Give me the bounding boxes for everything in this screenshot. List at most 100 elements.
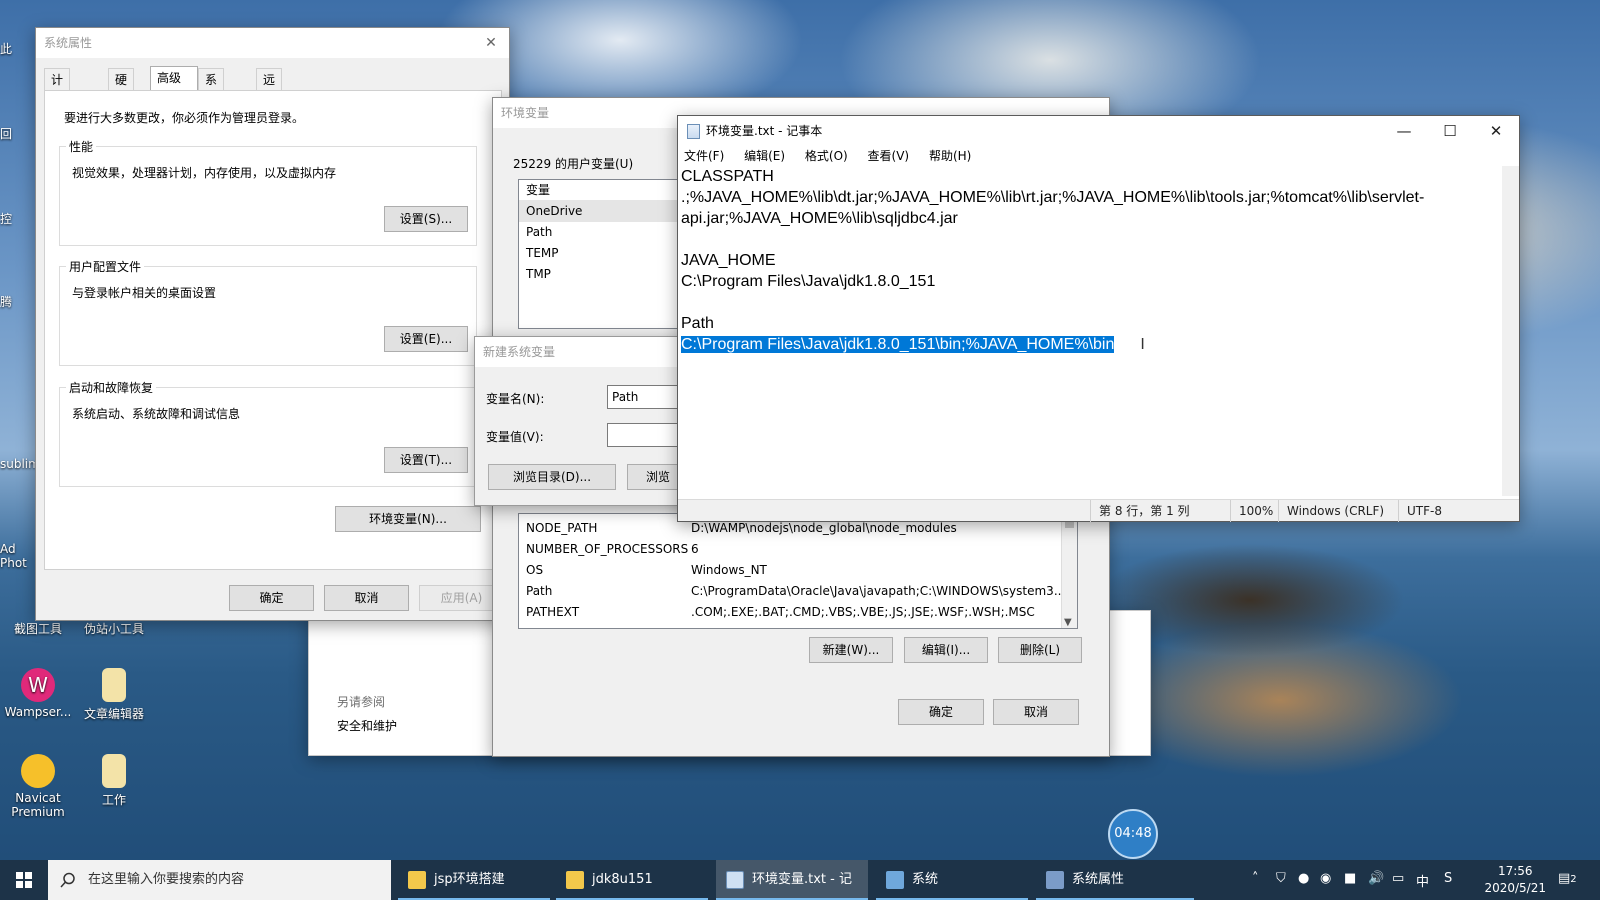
delete-button[interactable]: 删除(L) [998, 637, 1082, 663]
menu-edit[interactable]: 编辑(E) [744, 149, 785, 163]
list-item[interactable]: Path [519, 222, 677, 243]
network-icon[interactable]: ▭ [1392, 871, 1404, 886]
var-name: NUMBER_OF_PROCESSORS [526, 542, 689, 556]
var-name: OS [526, 563, 544, 577]
taskbar-item-jsp-folder[interactable]: jsp环境搭建 [398, 860, 550, 900]
user-vars-list[interactable]: 变量 OneDrive Path TEMP TMP [518, 179, 678, 329]
desktop-icon-wampserver[interactable]: W Wampser... [0, 668, 76, 719]
desktop-edge-label[interactable]: Ad Phot [0, 542, 34, 570]
user-profiles-description: 与登录帐户相关的桌面设置 [72, 286, 217, 300]
desktop-icon-tool[interactable]: 伪站小工具 [76, 620, 152, 637]
menu-view[interactable]: 查看(V) [868, 149, 910, 163]
chevron-down-icon[interactable]: ▼ [1064, 617, 1072, 628]
text-line [681, 292, 1499, 313]
var-value: C:\ProgramData\Oracle\Java\javapath;C:\W… [691, 584, 1066, 598]
notification-icon[interactable]: ▤2 [1558, 871, 1577, 886]
taskbar-item-label: 环境变量.txt - 记事... [752, 872, 852, 887]
menu-help[interactable]: 帮助(H) [929, 149, 971, 163]
taskbar-item-jdk-folder[interactable]: jdk8u151 [556, 860, 708, 900]
tab-remote[interactable]: 远程 [256, 68, 283, 109]
minimize-icon[interactable]: — [1381, 116, 1427, 146]
ok-button[interactable]: 确定 [898, 699, 984, 725]
title-bar[interactable]: 环境变量.txt - 记事本 — ☐ ✕ [678, 116, 1519, 146]
menu-format[interactable]: 格式(O) [805, 149, 848, 163]
taskbar-item-system-properties[interactable]: 系统属性 [1036, 860, 1194, 900]
user-profiles-group: 用户配置文件 与登录帐户相关的桌面设置 设置(E)... [59, 258, 477, 366]
browse-directory-button[interactable]: 浏览目录(D)... [488, 464, 616, 490]
startup-recovery-settings-button[interactable]: 设置(T)... [384, 447, 468, 473]
tab-hardware[interactable]: 硬件 [108, 68, 135, 109]
table-row[interactable]: PATHEXT .COM;.EXE;.BAT;.CMD;.VBS;.VBE;.J… [519, 602, 1077, 623]
clock-date: 2020/5/21 [1484, 881, 1546, 895]
cancel-button[interactable]: 取消 [324, 585, 409, 611]
tab-advanced[interactable]: 高级 [150, 66, 198, 91]
scrollbar[interactable]: ▼ [1061, 514, 1077, 628]
window-title: 系统属性 [44, 36, 93, 50]
tab-computer-name[interactable]: 计算机名 [44, 68, 71, 153]
wampserver-icon: W [21, 668, 55, 702]
window-title: 新建系统变量 [483, 345, 556, 359]
title-bar[interactable]: 新建系统变量 [475, 337, 687, 367]
taskbar-item-system[interactable]: 系统 [876, 860, 1028, 900]
notification-count: 2 [1570, 874, 1577, 885]
list-item[interactable]: TMP [519, 264, 677, 285]
shield-icon[interactable]: ⛉ [1276, 871, 1286, 886]
taskbar-item-notepad[interactable]: 环境变量.txt - 记事... [716, 860, 868, 900]
close-icon[interactable]: ✕ [1473, 116, 1519, 146]
app-tray-icon[interactable]: ■ [1344, 871, 1356, 886]
desktop-icon-work-folder[interactable]: 工作 [76, 754, 152, 808]
selected-text[interactable]: C:\Program Files\Java\jdk1.8.0_151\bin;%… [681, 336, 1115, 353]
desktop-icon-snipping-tool[interactable]: 截图工具 [0, 620, 76, 637]
list-item[interactable]: OneDrive [519, 201, 677, 222]
desktop-icon-navicat[interactable]: Navicat Premium [0, 754, 76, 819]
clock[interactable]: 17:56 2020/5/21 [1484, 863, 1546, 897]
maximize-icon[interactable]: ☐ [1427, 116, 1473, 146]
taskbar-item-label: 系统属性 [1072, 872, 1125, 887]
desktop-icon-article-editor[interactable]: 文章编辑器 [76, 668, 152, 722]
table-row[interactable]: NUMBER_OF_PROCESSORS 6 [519, 539, 1077, 560]
chevron-up-icon[interactable]: ˄ [1252, 871, 1259, 886]
title-bar[interactable]: 系统属性 ✕ [36, 28, 509, 58]
desktop-edge-label[interactable]: sublim [0, 457, 40, 471]
text-line: CLASSPATH [681, 168, 774, 185]
environment-variables-button[interactable]: 环境变量(N)... [335, 506, 481, 532]
edit-button[interactable]: 编辑(I)... [904, 637, 988, 663]
menu-file[interactable]: 文件(F) [684, 149, 724, 163]
menu-bar: 文件(F) 编辑(E) 格式(O) 查看(V) 帮助(H) [678, 146, 1519, 166]
wechat-icon[interactable]: ● [1298, 871, 1309, 886]
sogou-icon[interactable]: S [1444, 871, 1452, 886]
recording-timer[interactable]: 04:48 [1108, 809, 1158, 859]
text-line: C:\Program Files\Java\jdk1.8.0_151 [681, 273, 936, 290]
list-header[interactable]: 变量 [519, 180, 677, 201]
security-link[interactable]: 安全和维护 [337, 717, 397, 734]
search-box[interactable]: 在这里输入你要搜索的内容 [48, 860, 391, 900]
close-icon[interactable]: ✕ [481, 28, 501, 58]
desktop-edge-label[interactable]: 腾 [0, 293, 34, 310]
qq-icon[interactable]: ◉ [1320, 871, 1331, 886]
var-value: 6 [691, 542, 699, 556]
user-profiles-settings-button[interactable]: 设置(E)... [384, 326, 468, 352]
table-row[interactable]: OS Windows_NT [519, 560, 1077, 581]
table-row[interactable]: Path C:\ProgramData\Oracle\Java\javapath… [519, 581, 1077, 602]
var-value: Windows_NT [691, 563, 767, 577]
performance-settings-button[interactable]: 设置(S)... [384, 206, 468, 232]
tab-system-protection[interactable]: 系统保护 [198, 68, 225, 153]
cancel-button[interactable]: 取消 [993, 699, 1079, 725]
taskbar-item-label: jsp环境搭建 [434, 872, 505, 887]
system-icon [886, 871, 904, 889]
start-button[interactable] [0, 860, 48, 900]
system-vars-list[interactable]: NODE_PATH D:\WAMP\nodejs\node_global\nod… [518, 513, 1078, 629]
new-button[interactable]: 新建(W)... [809, 637, 893, 663]
desktop-edge-label[interactable]: 回 [0, 125, 34, 142]
document-icon [102, 668, 126, 702]
list-item[interactable]: TEMP [519, 243, 677, 264]
ime-icon[interactable]: 中 [1416, 871, 1429, 890]
desktop-edge-label[interactable]: 控 [0, 210, 34, 227]
startup-recovery-group: 启动和故障恢复 系统启动、系统故障和调试信息 设置(T)... [59, 379, 477, 487]
desktop-edge-label[interactable]: 此 [0, 40, 34, 57]
text-editor[interactable]: CLASSPATH .;%JAVA_HOME%\lib\dt.jar;%JAVA… [681, 166, 1499, 491]
vertical-scrollbar[interactable] [1502, 166, 1519, 496]
search-placeholder: 在这里输入你要搜索的内容 [88, 872, 245, 887]
volume-icon[interactable]: 🔊 [1368, 871, 1384, 886]
ok-button[interactable]: 确定 [229, 585, 314, 611]
